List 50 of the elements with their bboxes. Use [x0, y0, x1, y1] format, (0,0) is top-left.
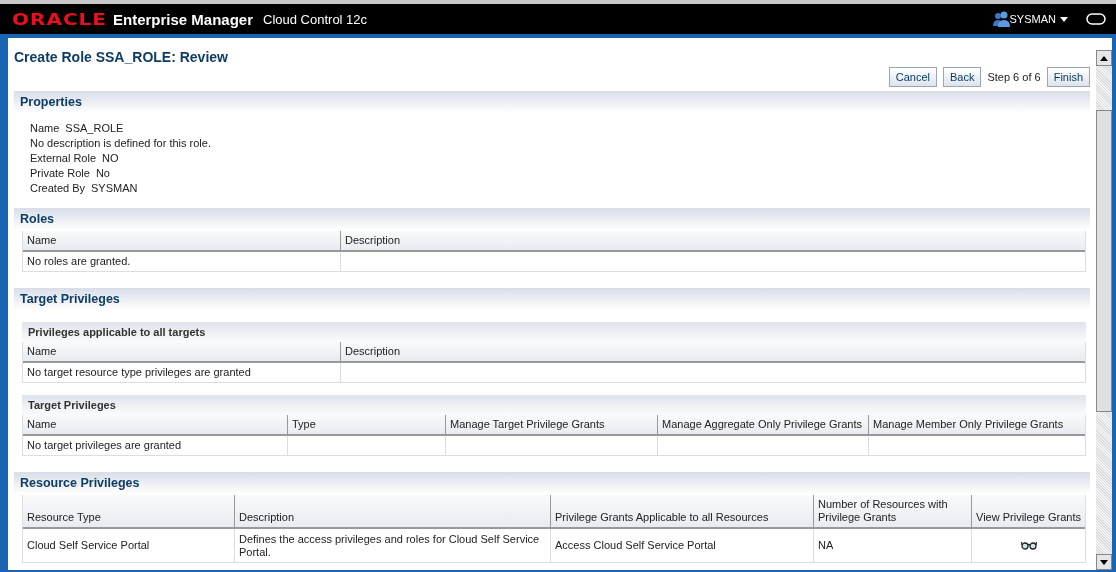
product-subtitle: Cloud Control 12c [263, 11, 368, 27]
column-header: Manage Aggregate Only Privilege Grants [657, 415, 868, 436]
table-cell: Access Cloud Self Service Portal [555, 539, 716, 552]
column-header: Manage Target Privilege Grants [445, 415, 657, 436]
column-header: View Privilege Grants [971, 495, 1085, 529]
property-value: SSA_ROLE [65, 122, 124, 134]
scroll-up-icon[interactable] [1100, 55, 1108, 61]
column-header: Privilege Grants Applicable to all Resources [550, 495, 813, 529]
property-label: External Role [30, 152, 97, 164]
column-header: Name [23, 342, 340, 363]
column-header: Resource Type [23, 495, 234, 529]
property-label: Created By [30, 182, 86, 194]
product-name: Enterprise Manager [112, 10, 253, 28]
column-header: Description [340, 231, 1085, 252]
section-title: Properties [20, 95, 82, 109]
section-title: Resource Privileges [20, 476, 140, 490]
wizard-button[interactable]: Back [942, 67, 982, 87]
glasses-icon[interactable] [1020, 541, 1037, 550]
column-header: Name [23, 231, 340, 252]
property-label: Name [30, 122, 60, 134]
subsection-title: Target Privileges [28, 399, 116, 411]
property-label: Private Role [30, 167, 90, 179]
scroll-down-icon[interactable] [1100, 559, 1108, 565]
step-indicator: Step 6 of 6 [987, 71, 1041, 83]
section-title: Roles [20, 212, 55, 226]
property-note: No description is defined for this role. [30, 137, 211, 149]
table-cell: No roles are granted. [27, 255, 131, 268]
column-header: Number of Resources with Privilege Grants [813, 495, 971, 529]
column-header: Description [234, 495, 550, 529]
subsection-title: Privileges applicable to all targets [28, 326, 206, 338]
property-value: No [95, 167, 110, 179]
table-cell: Cloud Self Service Portal [27, 539, 150, 552]
logo: ORACLE [12, 9, 107, 29]
caret-icon [1060, 16, 1068, 22]
user-menu[interactable]: SYSMAN [1009, 13, 1068, 25]
table-cell: NA [818, 539, 834, 552]
column-header: Type [287, 415, 445, 436]
wizard-button[interactable]: Finish [1046, 67, 1090, 87]
column-header: Manage Member Only Privilege Grants [868, 415, 1085, 436]
column-header: Name [23, 415, 287, 436]
page-title: Create Role SSA_ROLE: Review [14, 49, 229, 65]
wizard-button[interactable]: Cancel [888, 67, 937, 87]
property-value: NO [102, 152, 119, 164]
table-cell: No target privileges are granted [27, 439, 182, 452]
property-value: SYSMAN [91, 182, 138, 194]
section-title: Target Privileges [20, 292, 120, 306]
users-icon [992, 11, 1010, 27]
table-cell-text: Defines the access privileges and roles for Cloud Self Service Portal. [239, 532, 541, 559]
table-cell: No target resource type privileges are granted [27, 366, 251, 379]
column-header: Description [340, 342, 1085, 363]
